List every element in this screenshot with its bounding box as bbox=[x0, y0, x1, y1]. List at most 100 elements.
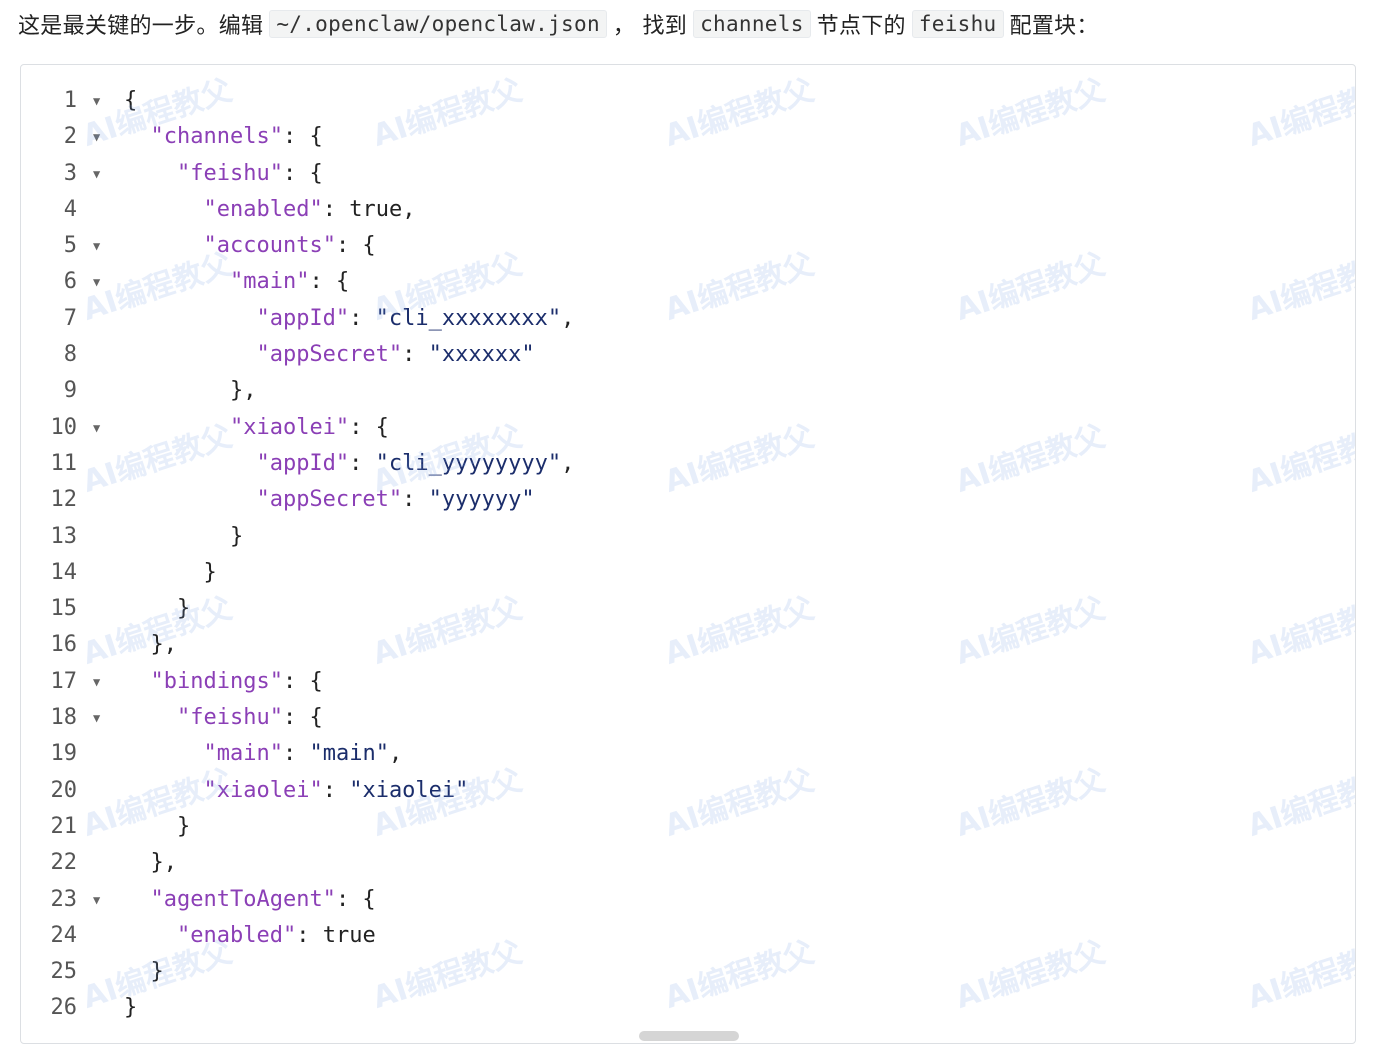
code-token-punc: , bbox=[388, 741, 403, 767]
code-token-key: "feishu" bbox=[176, 705, 283, 731]
code-token-punc: }, bbox=[229, 378, 257, 404]
code-content: "xiaolei": { bbox=[124, 410, 389, 446]
code-token-punc: { bbox=[124, 88, 138, 113]
code-lines: 1 ▼{2 ▼ "channels": {3 ▼ "feishu": {4 "enab… bbox=[21, 83, 1355, 1027]
caret-down-icon[interactable]: ▼ bbox=[93, 882, 107, 918]
code-content: "enabled": true bbox=[124, 918, 376, 954]
code-content: { bbox=[124, 83, 137, 119]
code-line: 24 "enabled": true bbox=[21, 918, 1355, 954]
intro-text-middle2: 节点下的 bbox=[816, 14, 906, 39]
line-number: 9 bbox=[63, 378, 77, 404]
code-line: 4 "enabled": true, bbox=[21, 192, 1355, 228]
line-number: 15 bbox=[50, 596, 78, 622]
intro-text-before: 这是最关键的一步。编辑 bbox=[18, 14, 264, 39]
code-line: 1 ▼ { bbox=[21, 83, 1355, 119]
code-content: } bbox=[124, 954, 164, 990]
code-token-punc: : { bbox=[282, 705, 323, 731]
code-line: 9 }, bbox=[21, 373, 1355, 409]
code-line: 8 "appSecret": "xxxxxx" bbox=[21, 337, 1355, 373]
code-token-key: "bindings" bbox=[150, 668, 283, 694]
caret-down-icon[interactable]: ▼ bbox=[93, 83, 107, 119]
line-number: 11 bbox=[50, 450, 78, 476]
code-token-punc: : bbox=[282, 741, 310, 767]
code-line: 5 ▼ "accounts": { bbox=[21, 228, 1355, 264]
code-token-lit: true bbox=[349, 196, 403, 222]
caret-down-icon[interactable]: ▼ bbox=[93, 410, 107, 446]
code-line: 10 ▼ "xiaolei": { bbox=[21, 410, 1355, 446]
code-content: "feishu": { bbox=[124, 700, 323, 736]
line-number: 24 bbox=[50, 922, 78, 948]
code-token-punc: : bbox=[402, 342, 429, 368]
code-token-punc: : bbox=[349, 450, 376, 476]
code-token-str: "xiaolei" bbox=[349, 777, 469, 803]
code-line: 3 ▼ "feishu": { bbox=[21, 156, 1355, 192]
code-token-key: "enabled" bbox=[203, 196, 323, 222]
code-content: "appId": "cli_xxxxxxxx", bbox=[124, 301, 574, 337]
code-line: 11 "appId": "cli_yyyyyyyy", bbox=[21, 446, 1355, 482]
code-token-str: "cli_yyyyyyyy" bbox=[375, 450, 562, 476]
intro-text-middle: ， 找到 bbox=[612, 14, 688, 39]
code-content: }, bbox=[124, 845, 178, 881]
code-token-punc: : { bbox=[282, 668, 323, 694]
code-token-punc: : { bbox=[335, 233, 376, 259]
code-content: "feishu": { bbox=[124, 156, 323, 192]
file-path-code: ~/.openclaw/openclaw.json bbox=[269, 10, 607, 38]
line-number: 6 bbox=[63, 269, 77, 295]
code-token-key: "xiaolei" bbox=[203, 777, 323, 803]
code-token-punc: : { bbox=[282, 124, 323, 150]
code-line: 26} bbox=[21, 990, 1355, 1026]
feishu-code: feishu bbox=[911, 10, 1004, 38]
code-token-punc: : bbox=[322, 196, 350, 222]
code-token-punc: } bbox=[150, 959, 164, 985]
code-content: "main": "main", bbox=[124, 736, 402, 772]
code-token-lit: true bbox=[322, 922, 376, 948]
code-content: "agentToAgent": { bbox=[124, 882, 376, 918]
code-token-key: "feishu" bbox=[176, 160, 283, 186]
code-content: "bindings": { bbox=[124, 664, 323, 700]
caret-down-icon[interactable]: ▼ bbox=[93, 264, 107, 300]
caret-down-icon[interactable]: ▼ bbox=[93, 664, 107, 700]
line-number: 17 bbox=[50, 668, 78, 694]
code-token-str: "xxxxxx" bbox=[428, 342, 535, 368]
code-token-key: "appId" bbox=[256, 450, 350, 476]
code-line: 17 ▼ "bindings": { bbox=[21, 664, 1355, 700]
code-content: } bbox=[124, 591, 190, 627]
caret-down-icon[interactable]: ▼ bbox=[93, 228, 107, 264]
line-number: 16 bbox=[50, 632, 78, 658]
code-token-key: "enabled" bbox=[176, 922, 297, 948]
line-number: 3 bbox=[63, 160, 77, 186]
code-line: 14 } bbox=[21, 555, 1355, 591]
code-token-punc: : { bbox=[335, 886, 376, 912]
caret-down-icon[interactable]: ▼ bbox=[93, 156, 107, 192]
code-token-key: "appSecret" bbox=[256, 342, 403, 368]
code-token-key: "accounts" bbox=[203, 233, 336, 259]
code-token-punc: : bbox=[349, 305, 376, 331]
line-number: 23 bbox=[50, 886, 78, 912]
line-number: 10 bbox=[50, 414, 78, 440]
horizontal-scrollbar[interactable] bbox=[639, 1031, 739, 1041]
line-number: 5 bbox=[63, 233, 77, 259]
code-content: "accounts": { bbox=[124, 228, 376, 264]
intro-paragraph: 这是最关键的一步。编辑 ~/.openclaw/openclaw.json ， … bbox=[18, 4, 1099, 44]
code-block[interactable]: 1 ▼{2 ▼ "channels": {3 ▼ "feishu": {4 "enab… bbox=[20, 64, 1356, 1044]
line-number: 26 bbox=[50, 995, 78, 1021]
code-content: } bbox=[124, 519, 243, 555]
code-token-str: "yyyyyy" bbox=[428, 487, 535, 513]
code-token-key: "channels" bbox=[150, 124, 283, 150]
code-token-punc: , bbox=[561, 305, 575, 331]
code-line: 22 }, bbox=[21, 845, 1355, 881]
line-number: 25 bbox=[50, 959, 78, 985]
code-content: } bbox=[124, 555, 216, 591]
code-line: 23 ▼ "agentToAgent": { bbox=[21, 882, 1355, 918]
code-content: }, bbox=[124, 627, 178, 663]
code-token-key: "main" bbox=[203, 741, 283, 767]
code-token-key: "xiaolei" bbox=[229, 414, 350, 440]
caret-down-icon[interactable]: ▼ bbox=[93, 700, 107, 736]
code-line: 21 } bbox=[21, 809, 1355, 845]
code-token-key: "main" bbox=[229, 269, 310, 295]
code-content: } bbox=[124, 809, 190, 845]
code-token-key: "agentToAgent" bbox=[150, 886, 336, 912]
code-token-punc: } bbox=[176, 596, 191, 622]
caret-down-icon[interactable]: ▼ bbox=[93, 119, 107, 155]
code-token-punc: } bbox=[124, 995, 138, 1021]
